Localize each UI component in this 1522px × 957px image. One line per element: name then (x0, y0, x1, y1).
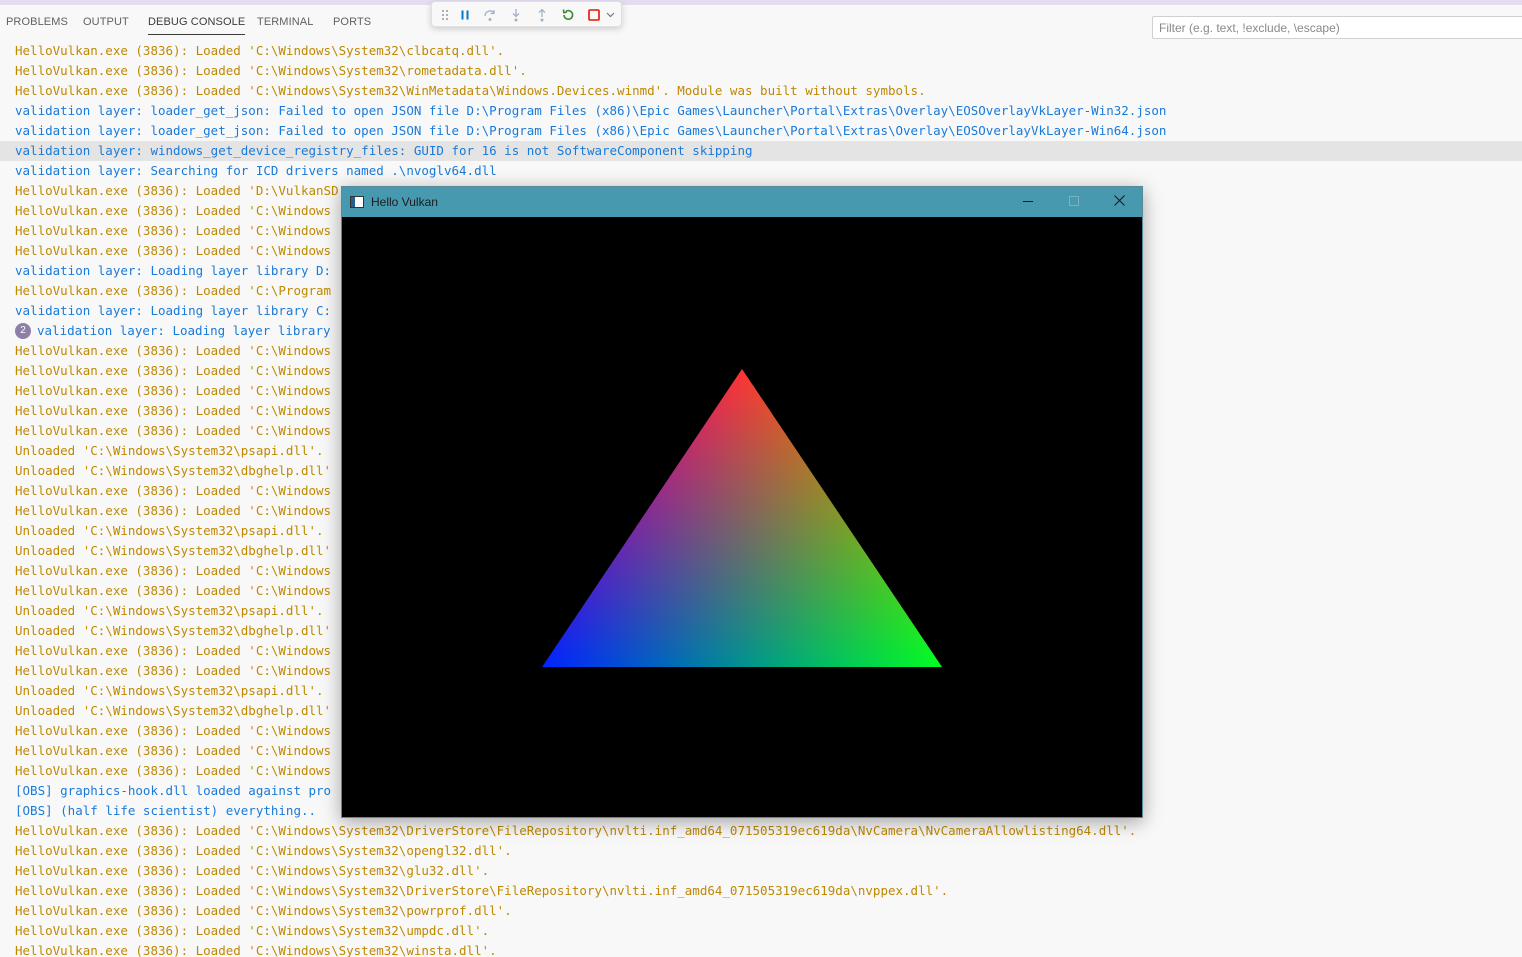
console-line-text: Unloaded 'C:\Windows\System32\psapi.dll'… (15, 683, 324, 698)
console-line-text: HelloVulkan.exe (3836): Loaded 'C:\Windo… (15, 203, 332, 218)
minimize-button[interactable] (1005, 187, 1051, 217)
console-line-text: HelloVulkan.exe (3836): Loaded 'C:\Windo… (15, 563, 332, 578)
console-line-text: HelloVulkan.exe (3836): Loaded 'C:\Windo… (15, 83, 926, 98)
console-line-text: HelloVulkan.exe (3836): Loaded 'C:\Windo… (15, 823, 1137, 838)
console-line-text: validation layer: loader_get_json: Faile… (15, 123, 1167, 138)
filter-input[interactable] (1152, 16, 1522, 39)
tab-terminal[interactable]: TERMINAL (257, 16, 313, 28)
step-over-icon[interactable] (480, 5, 500, 25)
console-line-text: HelloVulkan.exe (3836): Loaded 'C:\Windo… (15, 363, 332, 378)
pause-icon[interactable] (455, 5, 475, 25)
console-line-text: HelloVulkan.exe (3836): Loaded 'C:\Windo… (15, 903, 512, 918)
console-line-text: HelloVulkan.exe (3836): Loaded 'C:\Windo… (15, 403, 332, 418)
window-title-bar[interactable]: Hello Vulkan (342, 187, 1142, 217)
maximize-icon (1069, 193, 1079, 211)
tab-ports[interactable]: PORTS (333, 16, 371, 28)
stop-icon[interactable] (584, 5, 604, 25)
panel-tab-bar: PROBLEMS OUTPUT DEBUG CONSOLE TERMINAL P… (0, 5, 1522, 41)
debug-toolbar (431, 1, 622, 27)
console-line-text: Unloaded 'C:\Windows\System32\dbghelp.dl… (15, 463, 332, 478)
tab-debug-console[interactable]: DEBUG CONSOLE (148, 16, 246, 35)
console-line-text: validation layer: Searching for ICD driv… (15, 163, 497, 178)
console-line-text: HelloVulkan.exe (3836): Loaded 'C:\Windo… (15, 763, 332, 778)
repeat-count-badge: 2 (15, 322, 31, 339)
console-line: validation layer: loader_get_json: Faile… (0, 121, 1522, 141)
console-line-text: HelloVulkan.exe (3836): Loaded 'C:\Windo… (15, 863, 490, 878)
step-into-icon[interactable] (506, 5, 526, 25)
console-line-text: Unloaded 'C:\Windows\System32\dbghelp.dl… (15, 543, 332, 558)
console-line-text: HelloVulkan.exe (3836): Loaded 'D:\Vulka… (15, 183, 339, 198)
console-line-text: HelloVulkan.exe (3836): Loaded 'C:\Windo… (15, 723, 332, 738)
console-line-text: Unloaded 'C:\Windows\System32\psapi.dll'… (15, 603, 324, 618)
rendered-triangle (542, 369, 942, 667)
console-line-text: HelloVulkan.exe (3836): Loaded 'C:\Windo… (15, 243, 332, 258)
console-line-text: HelloVulkan.exe (3836): Loaded 'C:\Windo… (15, 843, 512, 858)
console-line: HelloVulkan.exe (3836): Loaded 'C:\Windo… (0, 941, 1522, 957)
close-icon (1113, 193, 1125, 211)
console-line-text: Unloaded 'C:\Windows\System32\psapi.dll'… (15, 443, 324, 458)
tab-output[interactable]: OUTPUT (83, 16, 129, 28)
console-line: HelloVulkan.exe (3836): Loaded 'C:\Windo… (0, 901, 1522, 921)
console-line: validation layer: windows_get_device_reg… (0, 141, 1522, 161)
console-line-text: validation layer: Loading layer library … (15, 263, 332, 278)
console-line-text: validation layer: Loading layer library (37, 323, 331, 338)
console-line-text: HelloVulkan.exe (3836): Loaded 'C:\Windo… (15, 383, 332, 398)
console-line-text: HelloVulkan.exe (3836): Loaded 'C:\Windo… (15, 483, 332, 498)
console-line-text: HelloVulkan.exe (3836): Loaded 'C:\Windo… (15, 223, 332, 238)
console-line-text: HelloVulkan.exe (3836): Loaded 'C:\Windo… (15, 583, 332, 598)
console-line-text: HelloVulkan.exe (3836): Loaded 'C:\Windo… (15, 943, 497, 957)
console-line-text: validation layer: windows_get_device_reg… (15, 143, 753, 158)
minimize-icon (1023, 193, 1033, 211)
restart-icon[interactable] (558, 5, 578, 25)
console-line: HelloVulkan.exe (3836): Loaded 'C:\Windo… (0, 841, 1522, 861)
console-line-text: HelloVulkan.exe (3836): Loaded 'C:\Windo… (15, 923, 490, 938)
console-line-text: HelloVulkan.exe (3836): Loaded 'C:\Windo… (15, 883, 949, 898)
console-line-text: Unloaded 'C:\Windows\System32\psapi.dll'… (15, 523, 324, 538)
console-line-text: Unloaded 'C:\Windows\System32\dbghelp.dl… (15, 623, 332, 638)
tab-problems[interactable]: PROBLEMS (6, 16, 68, 28)
console-line-text: HelloVulkan.exe (3836): Loaded 'C:\Windo… (15, 423, 332, 438)
step-out-icon[interactable] (532, 5, 552, 25)
console-line-text: Unloaded 'C:\Windows\System32\dbghelp.dl… (15, 703, 332, 718)
hello-vulkan-window[interactable]: Hello Vulkan (341, 186, 1143, 818)
console-line-text: HelloVulkan.exe (3836): Loaded 'C:\Windo… (15, 503, 332, 518)
drag-handle-icon[interactable] (438, 5, 452, 25)
console-line-text: HelloVulkan.exe (3836): Loaded 'C:\Windo… (15, 343, 332, 358)
console-line-text: HelloVulkan.exe (3836): Loaded 'C:\Windo… (15, 643, 332, 658)
console-line: HelloVulkan.exe (3836): Loaded 'C:\Windo… (0, 821, 1522, 841)
maximize-button[interactable] (1051, 187, 1097, 217)
app-window-icon (350, 195, 364, 213)
console-line: HelloVulkan.exe (3836): Loaded 'C:\Windo… (0, 861, 1522, 881)
console-line: HelloVulkan.exe (3836): Loaded 'C:\Windo… (0, 921, 1522, 941)
close-button[interactable] (1096, 187, 1142, 217)
window-title: Hello Vulkan (371, 195, 438, 209)
console-line: validation layer: Searching for ICD driv… (0, 161, 1522, 181)
render-surface[interactable] (342, 217, 1142, 817)
console-line-text: validation layer: Loading layer library … (15, 303, 332, 318)
console-line: HelloVulkan.exe (3836): Loaded 'C:\Windo… (0, 81, 1522, 101)
console-line-text: [OBS] (half life scientist) everything.. (15, 803, 317, 818)
console-line: HelloVulkan.exe (3836): Loaded 'C:\Windo… (0, 881, 1522, 901)
console-line-text: HelloVulkan.exe (3836): Loaded 'C:\Progr… (15, 283, 332, 298)
chevron-down-icon[interactable] (603, 5, 617, 25)
console-line-text: HelloVulkan.exe (3836): Loaded 'C:\Windo… (15, 743, 332, 758)
console-line-text: HelloVulkan.exe (3836): Loaded 'C:\Windo… (15, 43, 505, 58)
console-line-text: [OBS] graphics-hook.dll loaded against p… (15, 783, 332, 798)
console-line: validation layer: loader_get_json: Faile… (0, 101, 1522, 121)
console-line-text: HelloVulkan.exe (3836): Loaded 'C:\Windo… (15, 63, 527, 78)
console-line-text: HelloVulkan.exe (3836): Loaded 'C:\Windo… (15, 663, 332, 678)
console-line-text: validation layer: loader_get_json: Faile… (15, 103, 1167, 118)
console-line: HelloVulkan.exe (3836): Loaded 'C:\Windo… (0, 41, 1522, 61)
console-line: HelloVulkan.exe (3836): Loaded 'C:\Windo… (0, 61, 1522, 81)
